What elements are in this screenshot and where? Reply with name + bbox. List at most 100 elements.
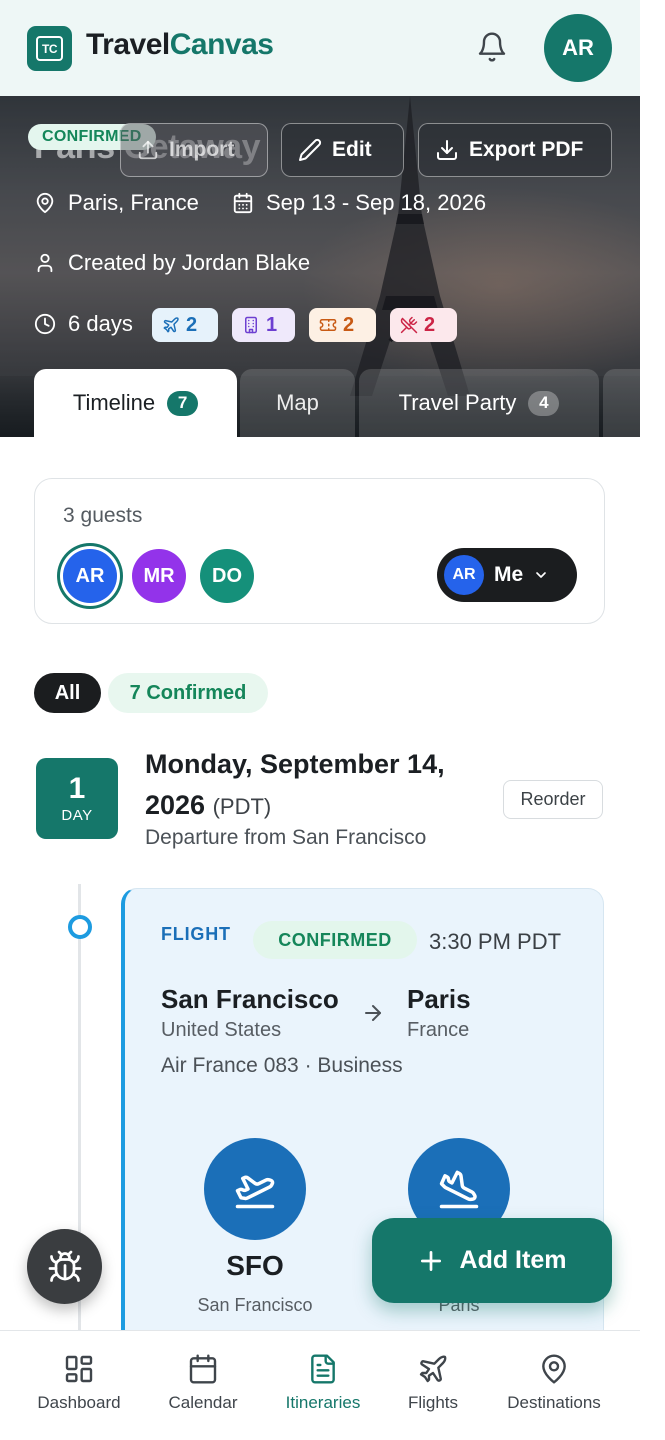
import-button-label: Import [169,138,235,161]
nav-dashboard[interactable]: Dashboard [19,1353,139,1413]
trip-creator: Created by Jordan Blake [34,250,310,276]
brand-name-part1: Travel [86,28,170,61]
viewer-select-button[interactable]: AR Me [437,548,577,602]
day-timezone: (PDT) [212,794,272,819]
brand-name-part2: Canvas [169,28,274,61]
day-date-text: Monday, September 14, 2026 [145,749,445,820]
utensils-icon [400,316,418,334]
day-badge: 1 DAY [36,758,118,839]
user-icon [37,253,53,273]
origin-city: San Francisco [161,984,339,1014]
trip-tabs: Timeline 7 Map Travel Party 4 [0,369,640,437]
chevron-down-icon [536,572,547,578]
guest-avatar[interactable]: DO [200,549,254,603]
notifications-bell-icon[interactable] [472,26,512,68]
departure-airport-circle [204,1138,306,1240]
import-button[interactable]: Import [120,123,268,177]
reorder-button[interactable]: Reorder [503,780,603,819]
add-item-label: Add Item [459,1246,567,1274]
edit-button-label: Edit [332,138,372,161]
arrow-right-icon [365,1005,381,1021]
activities-count-chip: 2 [309,308,376,342]
debug-button[interactable] [27,1229,102,1304]
tab-map-label: Map [276,390,319,415]
hotels-count: 1 [266,313,278,336]
hotels-count-chip: 1 [232,308,295,342]
departure-airport-code: SFO [226,1250,284,1281]
day-subtitle: Departure from San Francisco [145,826,427,849]
plane-icon [163,317,179,333]
dining-count: 2 [424,313,436,336]
trip-hero: Paris Getaway CONFIRMED Import Edit Expo… [0,96,640,437]
pencil-icon [299,138,322,161]
filter-all-button[interactable]: All [34,673,101,713]
edit-button[interactable]: Edit [281,123,404,177]
origin-country: United States [161,1019,282,1041]
departure-airport-city: San Francisco [197,1295,313,1315]
dining-count-chip: 2 [390,308,457,342]
nav-itineraries[interactable]: Itineraries [263,1353,383,1413]
nav-flights[interactable]: Flights [373,1353,493,1413]
nav-calendar[interactable]: Calendar [143,1353,263,1413]
tab-more[interactable] [603,369,640,437]
plane-landing-icon [439,1170,479,1209]
day-date: Monday, September 14, 2026 (PDT) [145,744,485,827]
guest-avatar[interactable]: AR [63,549,117,603]
brand-name: TravelCanvas [86,28,274,62]
building-icon [245,316,257,334]
map-pin-icon [36,192,54,214]
trip-location-text: Paris, France [68,190,199,215]
download-icon [437,140,457,160]
export-pdf-button[interactable]: Export PDF [418,123,612,177]
user-avatar[interactable]: AR [544,14,612,82]
bug-icon [48,1250,81,1282]
plane-takeoff-icon [235,1175,275,1209]
day-number: 1 [68,772,86,805]
tab-timeline-count: 7 [167,390,199,416]
calendar-icon [233,192,253,214]
plus-icon [420,1250,441,1271]
viewer-label: Me [494,563,524,586]
grid-icon [65,1355,93,1383]
guests-card: 3 guests AR MR DO AR Me [34,478,605,624]
clock-icon [34,313,56,335]
trip-location: Paris, France [34,190,199,216]
logo-mark: TC [36,36,63,61]
nav-destinations[interactable]: Destinations [494,1353,614,1413]
document-icon [311,1354,335,1384]
tab-travel-party-count: 4 [528,390,560,416]
filter-confirmed-button[interactable]: 7 Confirmed [108,673,268,713]
logo[interactable]: TC [27,26,72,71]
tab-timeline[interactable]: Timeline 7 [34,369,237,437]
flight-airline: Air France 083 · Business [161,1054,403,1077]
destination-country: France [407,1019,470,1041]
trip-creator-text: Created by Jordan Blake [68,250,311,275]
import-icon [138,140,158,160]
nav-dashboard-label: Dashboard [37,1393,121,1412]
tab-travel-party[interactable]: Travel Party 4 [359,369,599,437]
plane-icon [419,1355,447,1383]
viewer-avatar: AR [444,555,484,595]
flight-status-badge: CONFIRMED [253,921,417,959]
add-item-button[interactable]: Add Item [372,1218,612,1303]
destination-city: Paris [407,984,471,1014]
calendar-icon [189,1354,217,1384]
trip-duration: 6 days [34,311,133,337]
activities-count: 2 [343,313,355,336]
tab-timeline-label: Timeline [72,390,156,415]
tab-map[interactable]: Map [240,369,355,437]
flights-count-chip: 2 [152,308,218,342]
flight-time: 3:30 PM PDT [429,929,562,954]
timeline-dot [68,915,92,939]
map-pin-icon [542,1354,566,1384]
nav-itineraries-label: Itineraries [285,1393,361,1412]
nav-flights-label: Flights [407,1393,459,1412]
bottom-nav: Dashboard Calendar Itineraries Flights D… [0,1330,640,1440]
tab-travel-party-label: Travel Party [398,390,517,415]
nav-calendar-label: Calendar [168,1393,238,1412]
trip-dates-text: Sep 13 - Sep 18, 2026 [266,190,487,215]
guest-avatar[interactable]: MR [132,549,186,603]
ticket-icon [319,319,337,331]
item-type-label: FLIGHT [161,924,231,944]
trip-dates: Sep 13 - Sep 18, 2026 [232,190,486,216]
